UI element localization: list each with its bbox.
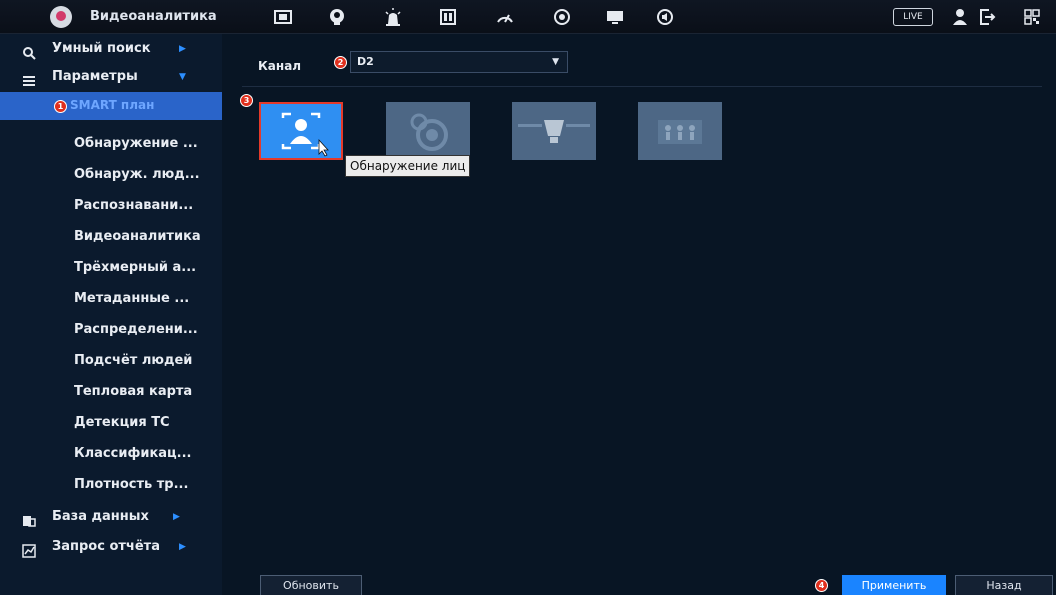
list-icon — [22, 70, 36, 86]
sidebar-subitem[interactable]: Метаданные ... — [74, 291, 189, 306]
app-title: Видеоаналитика — [90, 9, 217, 24]
plan-card-human-detection[interactable] — [386, 102, 470, 160]
audio-icon[interactable] — [655, 7, 675, 27]
brand-logo-icon — [50, 6, 72, 28]
chevron-right-icon: ▶ — [179, 542, 186, 552]
sidebar-subitem[interactable]: Тепловая карта — [74, 384, 192, 399]
sidebar-subitem[interactable]: Классификац... — [74, 446, 192, 461]
plan-card-people-counting[interactable] — [638, 102, 722, 160]
chevron-down-icon: ▼ — [552, 57, 559, 67]
top-bar: Видеоаналитика LIVE — [0, 0, 1056, 34]
cursor-icon — [318, 138, 329, 157]
tooltip: Обнаружение лиц — [345, 155, 471, 177]
plan-card-face-recognition[interactable] — [512, 102, 596, 160]
face-detection-icon — [281, 112, 329, 157]
sidebar-item-smart-search[interactable]: Умный поиск ▶ — [0, 34, 222, 64]
sidebar-subitem[interactable]: Обнаруж. люд... — [74, 167, 200, 182]
chevron-right-icon: ▶ — [179, 44, 186, 54]
live-button[interactable]: LIVE — [893, 8, 933, 26]
human-detection-icon — [410, 113, 448, 151]
ai-face-icon[interactable] — [327, 7, 347, 27]
apply-button[interactable]: Применить — [842, 575, 946, 595]
people-counting-icon — [658, 120, 702, 144]
channel-label: Канал — [258, 59, 302, 73]
sidebar-subitem[interactable]: Обнаружение ... — [74, 136, 198, 151]
chevron-down-icon: ▼ — [179, 72, 186, 82]
qr-code-icon[interactable] — [1022, 7, 1042, 27]
database-icon — [22, 510, 36, 527]
sidebar-subitem[interactable]: Распознавани... — [74, 198, 193, 213]
chevron-right-icon: ▶ — [173, 512, 180, 522]
sidebar-subitem[interactable]: Трёхмерный а... — [74, 260, 196, 275]
sidebar: Умный поиск ▶ Параметры ▼ 1 SMART план О… — [0, 34, 222, 595]
channel-value: D2 — [357, 55, 374, 68]
search-icon — [22, 42, 36, 60]
divider — [242, 86, 1042, 87]
sidebar-subitem[interactable]: Детекция ТС — [74, 415, 170, 430]
plan-card-face-detection[interactable] — [259, 102, 343, 160]
face-recognition-icon — [518, 120, 590, 143]
sidebar-item-label: База данных — [52, 509, 149, 524]
sidebar-subitem[interactable]: Видеоаналитика — [74, 229, 201, 244]
display-icon[interactable] — [605, 7, 625, 27]
channel-select[interactable]: D2 ▼ — [350, 51, 568, 73]
network-icon[interactable] — [552, 7, 572, 27]
step-badge: 3 — [240, 94, 253, 107]
chart-icon — [22, 540, 36, 558]
main-content: Канал 2 D2 ▼ 3 Обнаружение лиц Обновить … — [222, 34, 1056, 595]
camera-icon[interactable] — [273, 7, 293, 27]
sidebar-item-smart-plan[interactable]: 1 SMART план — [0, 92, 222, 120]
step-badge: 1 — [54, 100, 67, 113]
step-badge: 4 — [815, 579, 828, 592]
sidebar-subitem[interactable]: Подсчёт людей — [74, 353, 192, 368]
dashboard-gauge-icon[interactable] — [495, 7, 515, 27]
sidebar-item-parameters[interactable]: Параметры ▼ — [0, 62, 222, 92]
sidebar-subitem[interactable]: Плотность тр... — [74, 477, 188, 492]
refresh-button[interactable]: Обновить — [260, 575, 362, 595]
step-badge: 2 — [334, 56, 347, 69]
user-icon[interactable] — [950, 7, 970, 27]
sidebar-item-label: Параметры — [52, 69, 138, 84]
sidebar-subitem[interactable]: Распределени... — [74, 322, 198, 337]
sidebar-item-database[interactable]: База данных ▶ — [0, 502, 222, 532]
sidebar-item-label: SMART план — [70, 98, 155, 112]
storage-icon[interactable] — [438, 7, 458, 27]
sidebar-item-label: Запрос отчёта — [52, 539, 160, 554]
logout-icon[interactable] — [977, 7, 997, 27]
sidebar-item-label: Умный поиск — [52, 41, 151, 56]
alarm-icon[interactable] — [383, 7, 403, 27]
sidebar-item-report[interactable]: Запрос отчёта ▶ — [0, 532, 222, 562]
back-button[interactable]: Назад — [955, 575, 1053, 595]
